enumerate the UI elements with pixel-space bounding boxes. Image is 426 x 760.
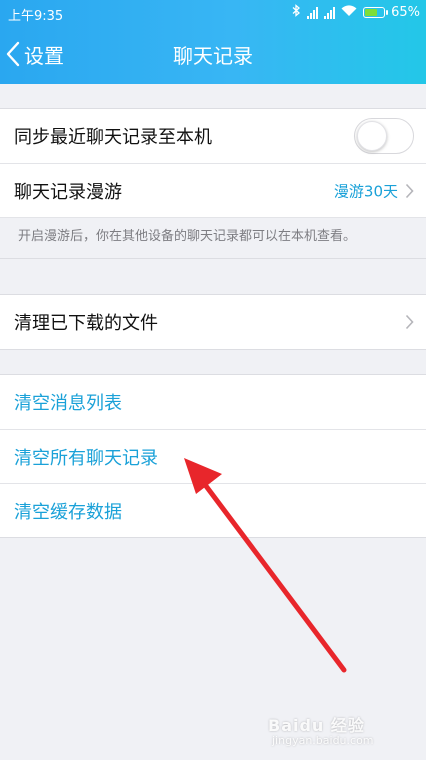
nav-bar: 设置 聊天记录 <box>0 26 426 84</box>
chevron-right-icon <box>405 314 414 330</box>
status-bar: 上午9:35 65% <box>0 0 426 26</box>
bluetooth-icon <box>292 4 301 21</box>
status-time: 上午9:35 <box>8 9 64 24</box>
toggle-knob <box>357 121 387 151</box>
status-icons: 65% <box>292 4 420 21</box>
settings-group-files: 清理已下载的文件 <box>0 294 426 350</box>
watermark-sub: jingyan.baidu.com <box>272 734 374 747</box>
wifi-icon <box>341 4 357 21</box>
signal-icon-2 <box>324 6 336 19</box>
header-bar: 上午9:35 65% 设置 聊天记录 <box>0 0 426 84</box>
clear-message-list-button[interactable]: 清空消息列表 <box>0 375 426 429</box>
sync-label: 同步最近聊天记录至本机 <box>14 127 212 148</box>
clear-downloads-label: 清理已下载的文件 <box>14 313 158 334</box>
baidu-watermark: Baidu 经验 jingyan.baidu.com <box>268 712 418 752</box>
clear-cache-button[interactable]: 清空缓存数据 <box>0 483 426 537</box>
roam-row[interactable]: 聊天记录漫游 漫游30天 <box>0 163 426 217</box>
page-title: 聊天记录 <box>173 44 253 68</box>
clear-downloads-row[interactable]: 清理已下载的文件 <box>0 295 426 349</box>
settings-group-sync: 同步最近聊天记录至本机 聊天记录漫游 漫游30天 开启漫游后，你在其他设备的聊天… <box>0 108 426 259</box>
roam-hint: 开启漫游后，你在其他设备的聊天记录都可以在本机查看。 <box>0 217 426 258</box>
clear-actions-group: 清空消息列表 清空所有聊天记录 清空缓存数据 <box>0 374 426 538</box>
roam-value: 漫游30天 <box>333 182 398 200</box>
signal-icon-1 <box>307 6 319 19</box>
battery-icon <box>363 7 389 18</box>
clear-all-chat-button[interactable]: 清空所有聊天记录 <box>0 429 426 483</box>
chevron-right-icon <box>405 183 414 198</box>
watermark-text: Baidu 经验 <box>268 716 365 735</box>
battery-percent: 65% <box>391 5 420 20</box>
sync-toggle[interactable] <box>354 118 414 154</box>
sync-row: 同步最近聊天记录至本机 <box>0 109 426 163</box>
roam-label: 聊天记录漫游 <box>14 181 122 203</box>
